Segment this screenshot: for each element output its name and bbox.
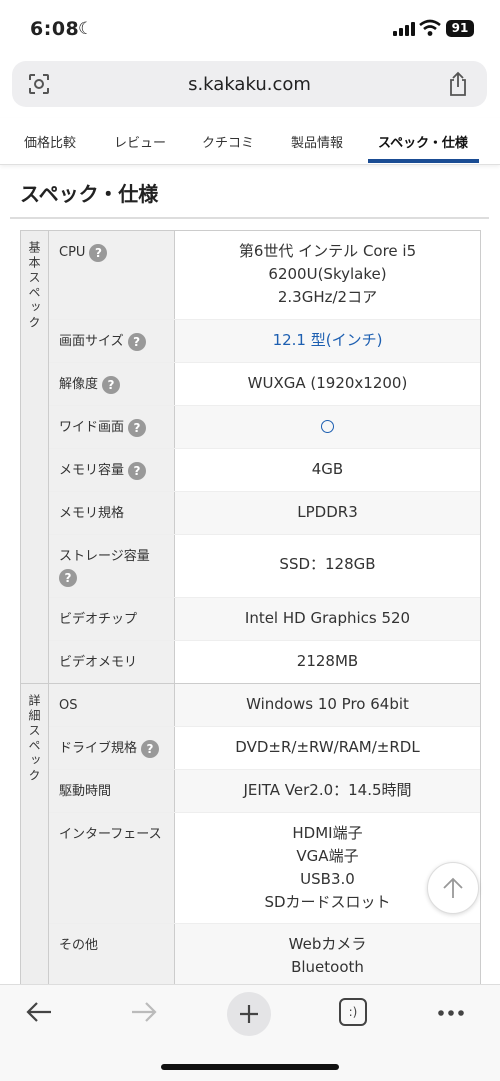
divider [10, 217, 489, 219]
spec-row-video-memory: ビデオメモリ 2128MB [49, 640, 480, 683]
status-bar: 6:08 ☾ 91 [0, 0, 500, 58]
share-icon[interactable] [446, 71, 470, 97]
forward-arrow-icon[interactable] [129, 999, 159, 1025]
spec-row-resolution: 解像度? WUXGA (1920x1200) [49, 362, 480, 405]
help-icon[interactable]: ? [89, 243, 108, 262]
back-arrow-icon[interactable] [24, 999, 54, 1025]
spec-row-storage: ストレージ容量? SSD：128GB [49, 534, 480, 597]
arrow-up-icon [443, 877, 463, 898]
clock: 6:08 [30, 18, 80, 40]
spec-row-drive: ドライブ規格? DVD±R/±RW/RAM/±RDL [49, 726, 480, 769]
tab-bar: 価格比較 レビュー クチコミ 製品情報 スペック・仕様 [0, 118, 500, 165]
tab-product-info[interactable]: 製品情報 [291, 132, 343, 151]
spec-row-other: その他 Webカメラ Bluetooth [49, 923, 480, 990]
tab-specs[interactable]: スペック・仕様 [378, 132, 468, 151]
help-icon[interactable]: ? [127, 332, 146, 351]
cellular-signal-icon [393, 22, 415, 36]
tab-price-comparison[interactable]: 価格比較 [24, 132, 76, 151]
help-icon[interactable]: ? [128, 461, 147, 480]
detail-spec-section: 詳細スペック OS Windows 10 Pro 64bit ドライブ規格? D… [21, 684, 480, 991]
help-icon[interactable]: ? [128, 418, 147, 437]
moon-icon: ☾ [78, 19, 94, 39]
section-label-detail: 詳細スペック [21, 684, 49, 990]
home-indicator[interactable] [161, 1064, 339, 1070]
help-icon[interactable]: ? [102, 375, 121, 394]
more-options-icon[interactable] [437, 1009, 465, 1017]
help-icon[interactable]: ? [59, 569, 77, 587]
spec-row-os: OS Windows 10 Pro 64bit [49, 684, 480, 726]
spec-table: 基本スペック CPU? 第6世代 インテル Core i5 6200U(Skyl… [20, 230, 481, 992]
spec-row-memory: メモリ容量? 4GB [49, 448, 480, 491]
plus-icon [240, 1005, 258, 1023]
basic-spec-section: 基本スペック CPU? 第6世代 インテル Core i5 6200U(Skyl… [21, 231, 480, 684]
address-bar[interactable]: s.kakaku.com [12, 61, 487, 107]
tab-kuchikomi[interactable]: クチコミ [202, 132, 254, 151]
spec-row-wide-screen: ワイド画面? [49, 405, 480, 448]
spec-row-video-chip: ビデオチップ Intel HD Graphics 520 [49, 597, 480, 640]
active-tab-indicator [368, 159, 479, 163]
spec-row-memory-type: メモリ規格 LPDDR3 [49, 491, 480, 534]
screen-size-link[interactable]: 12.1 型(インチ) [273, 331, 383, 349]
page-title: スペック・仕様 [20, 182, 159, 206]
yes-circle-icon [321, 420, 334, 433]
spec-row-interface: インターフェース HDMI端子 VGA端子 USB3.0 SDカードスロット [49, 812, 480, 923]
section-label-basic: 基本スペック [21, 231, 49, 683]
spec-row-screen-size: 画面サイズ? 12.1 型(インチ) [49, 319, 480, 362]
tabs-button[interactable]: :) [339, 998, 367, 1026]
wifi-icon [419, 19, 441, 36]
scroll-to-top-button[interactable] [427, 862, 479, 914]
spec-row-battery-life: 駆動時間 JEITA Ver2.0：14.5時間 [49, 769, 480, 812]
new-tab-button[interactable] [227, 992, 271, 1036]
help-icon[interactable]: ? [141, 739, 160, 758]
tab-reviews[interactable]: レビュー [114, 132, 166, 151]
url-text[interactable]: s.kakaku.com [12, 74, 487, 95]
battery-indicator: 91 [446, 20, 474, 37]
spec-row-cpu: CPU? 第6世代 インテル Core i5 6200U(Skylake) 2.… [49, 231, 480, 319]
